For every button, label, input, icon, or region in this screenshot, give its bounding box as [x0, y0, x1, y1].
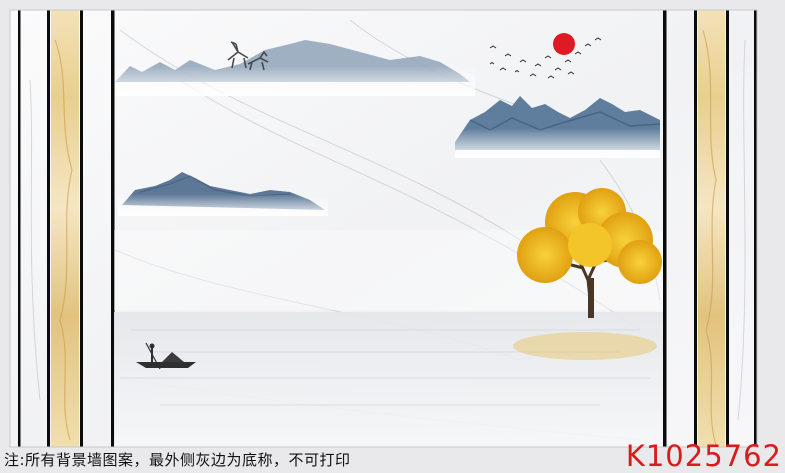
background-wall-artwork	[9, 9, 758, 448]
product-code: K1025762	[625, 439, 782, 473]
print-note-caption: 注:所有背景墙图案，最外侧灰边为底称，不可打印	[4, 451, 351, 469]
tree-reflection	[513, 332, 657, 360]
sun-icon	[553, 33, 575, 55]
